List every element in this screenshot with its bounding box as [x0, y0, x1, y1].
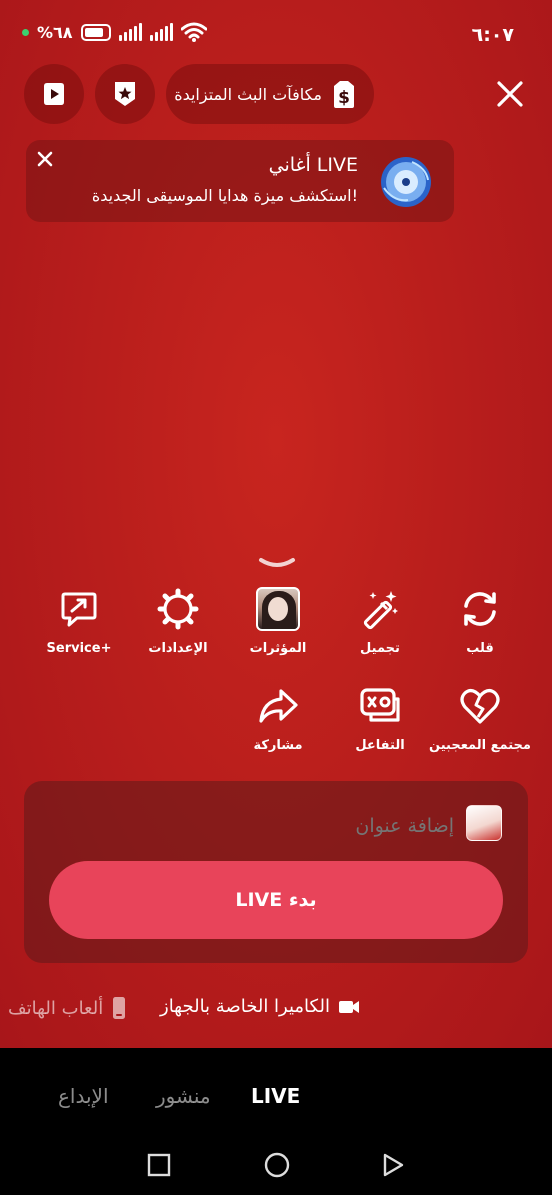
- rewards-label: مكافآت البث المتزايدة: [174, 84, 322, 104]
- go-live-label: بدء LIVE: [235, 889, 317, 911]
- play-box-icon: [44, 83, 64, 105]
- live-setup-screen: %٦٨ ٦:٠٧ مكافآت البث المتزايدة $ أغاني L…: [0, 0, 552, 1048]
- magic-wand-icon: [363, 591, 398, 630]
- close-icon[interactable]: [496, 80, 524, 108]
- live-setup-panel: بدء LIVE: [24, 781, 528, 963]
- system-navbar: [0, 1148, 552, 1182]
- privacy-dot: [22, 28, 29, 36]
- clock: ٦:٠٧: [471, 24, 514, 46]
- fan-club-button[interactable]: مجتمع المعجبين: [425, 682, 535, 753]
- home-button[interactable]: [260, 1148, 294, 1182]
- device-camera-source[interactable]: الكاميرا الخاصة بالجهاز: [160, 996, 360, 1017]
- tool-label-fan-club: مجتمع المعجبين: [429, 738, 531, 753]
- signal-icon-2: [149, 23, 173, 41]
- wifi-icon: [180, 22, 207, 42]
- tool-label-share: مشاركة: [253, 738, 303, 753]
- go-live-button[interactable]: بدء LIVE: [49, 861, 503, 939]
- banner-close-icon[interactable]: [36, 150, 54, 168]
- banner-subtitle: استكشف ميزة هدايا الموسيقى الجديدة!: [91, 186, 358, 205]
- live-songs-banner[interactable]: أغاني LIVE استكشف ميزة هدايا الموسيقى ال…: [26, 140, 454, 222]
- battery-icon: [80, 23, 111, 41]
- share-arrow-icon: [259, 689, 298, 723]
- status-bar: %٦٨ ٦:٠٧: [0, 22, 552, 50]
- service-plus-button[interactable]: Service+: [24, 585, 134, 656]
- effects-thumbnail: [256, 587, 300, 631]
- star-badge-icon: [115, 82, 135, 106]
- svg-text:$: $: [338, 88, 350, 108]
- avatar[interactable]: [466, 805, 502, 841]
- tool-label-interaction: التفاعل: [355, 738, 405, 753]
- share-box-icon: [61, 592, 97, 627]
- dollar-tag-icon: $: [334, 81, 354, 108]
- phone-games-source[interactable]: ألعاب الهاتف: [8, 996, 127, 1020]
- triangle-back-icon: [383, 1153, 404, 1177]
- phone-games-label: ألعاب الهاتف: [8, 997, 104, 1019]
- mode-tabs: الإبداع منشور LIVE: [0, 1084, 552, 1114]
- flip-button[interactable]: قلب: [425, 585, 535, 656]
- video-camera-icon: [338, 1000, 359, 1013]
- rewards-button[interactable]: مكافآت البث المتزايدة $: [166, 64, 374, 124]
- interaction-button[interactable]: التفاعل: [325, 682, 435, 753]
- tab-post[interactable]: منشور: [156, 1084, 211, 1108]
- live-badge-button[interactable]: [95, 64, 155, 124]
- banner-title: أغاني LIVE: [268, 154, 358, 176]
- tool-label-effects: المؤثرات: [249, 641, 307, 656]
- title-input[interactable]: [154, 815, 454, 837]
- settings-button[interactable]: الإعدادات: [123, 585, 233, 656]
- gear-icon: [157, 588, 199, 630]
- live-video-button[interactable]: [24, 64, 84, 124]
- circle-icon: [264, 1152, 290, 1178]
- chevron-down-icon[interactable]: [258, 556, 296, 572]
- device-camera-label: الكاميرا الخاصة بالجهاز: [160, 996, 330, 1017]
- tool-label-settings: الإعدادات: [148, 641, 208, 656]
- share-button[interactable]: مشاركة: [223, 682, 333, 753]
- signal-icon: [118, 23, 142, 41]
- tool-label-service: Service+: [46, 641, 112, 656]
- phone-icon: [113, 997, 126, 1019]
- flip-camera-icon: [464, 592, 496, 626]
- interaction-icon: [360, 688, 400, 722]
- tool-label-beautify: تجميل: [360, 641, 400, 656]
- tab-live[interactable]: LIVE: [251, 1084, 300, 1108]
- square-icon: [147, 1153, 171, 1177]
- tab-create[interactable]: الإبداع: [58, 1084, 109, 1108]
- tool-label-flip: قلب: [466, 641, 494, 656]
- back-button[interactable]: [376, 1148, 410, 1182]
- effects-button[interactable]: المؤثرات: [223, 585, 333, 656]
- beautify-button[interactable]: تجميل: [325, 585, 435, 656]
- status-left: %٦٨: [22, 22, 207, 42]
- heart-icon: [460, 689, 500, 724]
- battery-percent: %٦٨: [37, 22, 73, 42]
- recents-button[interactable]: [142, 1148, 176, 1182]
- music-disc-icon: [381, 157, 431, 207]
